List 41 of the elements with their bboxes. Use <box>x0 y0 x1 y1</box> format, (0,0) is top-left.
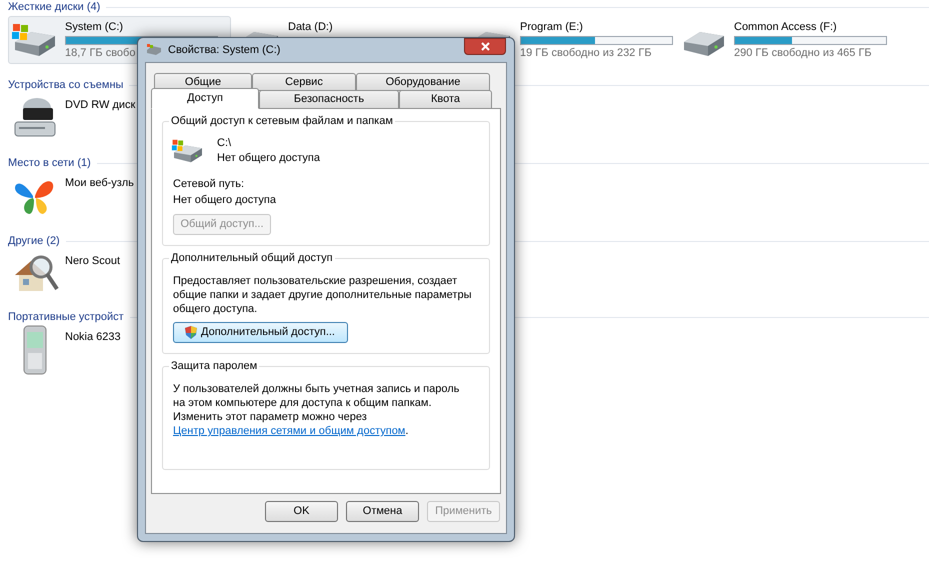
item-name: Мои веб-узль <box>65 177 134 190</box>
free-space-text: 19 ГБ свободно из 232 ГБ <box>520 47 652 60</box>
drive-icon <box>171 137 205 165</box>
drive-icon <box>146 44 162 56</box>
network-path: Нет общего доступа <box>173 193 277 208</box>
group-box-legend: Защита паролем <box>169 359 260 373</box>
tab[interactable]: Сервис <box>252 73 356 91</box>
tab[interactable]: Доступ <box>151 88 259 109</box>
item-name: Program (E:) <box>520 21 583 34</box>
item-name: DVD RW диск <box>65 99 136 112</box>
group-box-legend: Общий доступ к сетевым файлам и папкам <box>169 114 395 128</box>
item-name: Common Access (F:) <box>734 21 837 34</box>
group-header: Жесткие диски (4) <box>8 0 100 14</box>
tab[interactable]: Безопасность <box>259 90 399 109</box>
drive-path: C:\ <box>217 136 232 151</box>
group-box-legend: Дополнительный общий доступ <box>169 251 335 265</box>
free-space-text: 290 ГБ свободно из 465 ГБ <box>734 47 872 60</box>
drive-tile[interactable]: Common Access (F:) 290 ГБ свободно из 465 ГБ <box>677 16 900 64</box>
item-name: Nokia 6233 <box>65 331 121 344</box>
dialog-button[interactable]: OK <box>265 501 338 522</box>
shield-icon <box>184 325 198 340</box>
item-name: Data (D:) <box>288 21 333 34</box>
field-label: Сетевой путь: <box>173 177 246 192</box>
group-header: Портативные устройст <box>8 310 124 324</box>
dialog-button[interactable]: Отмена <box>346 501 419 522</box>
group-header: Место в сети (1) <box>8 156 91 170</box>
free-space-text: 18,7 ГБ свобо <box>65 47 136 60</box>
group-header: Другие (2) <box>8 234 60 248</box>
description-text: Предоставляет пользовательские разрешения, создает общие папки и задает другие дополнительные параметры общего доступа. <box>173 274 472 316</box>
description-text: У пользователей должны быть учетная запись и пароль на этом компьютере для доступа к общим папкам. Изменить этот параметр можно через Центр управления сетями и общим доступом. <box>173 382 460 438</box>
close-icon <box>480 42 490 51</box>
tab[interactable]: Оборудование <box>356 73 490 91</box>
item-name: Nero Scout <box>65 255 120 268</box>
item-name: System (C:) <box>65 21 124 34</box>
network-center-link[interactable]: Центр управления сетями и общим доступом <box>173 425 406 437</box>
advanced-sharing-button[interactable]: Дополнительный доступ... <box>173 322 348 343</box>
close-button[interactable] <box>464 38 506 55</box>
mobile-phone-icon <box>21 325 49 375</box>
group-header: Устройства со съемны <box>8 78 124 92</box>
tab[interactable]: Квота <box>399 90 492 109</box>
share-status: Нет общего доступа <box>217 151 320 166</box>
